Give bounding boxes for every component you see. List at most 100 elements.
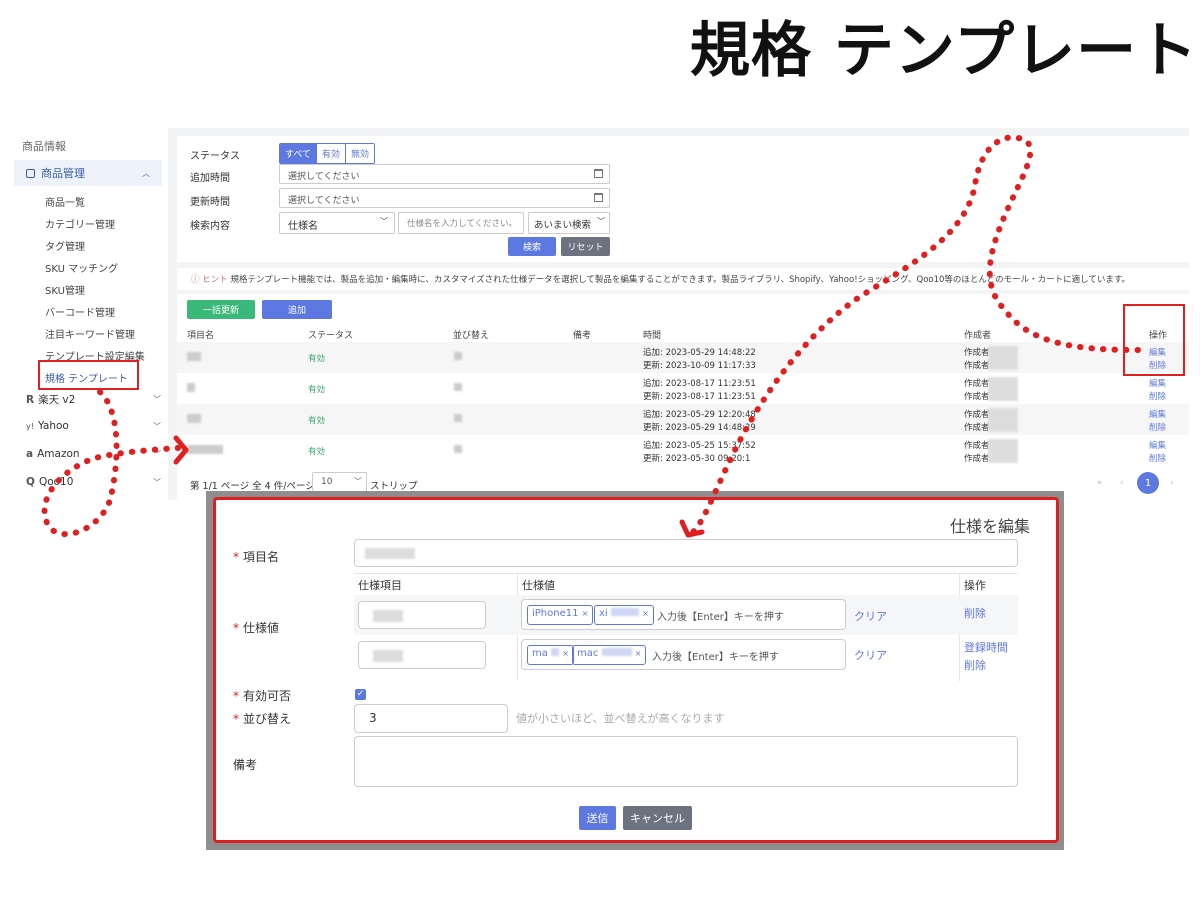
col-spec-value: 仕様値	[522, 579, 555, 592]
updated-time-cell: 更新: 2023-08-17 11:23:51	[643, 392, 756, 402]
updated-time-input[interactable]: 選択してください	[279, 188, 610, 208]
grid-icon	[26, 168, 35, 178]
name-input[interactable]	[354, 539, 1018, 567]
spec-value-tags-input[interactable]: ma × mac × 入力後【Enter】キーを押す	[521, 639, 846, 670]
edit-link[interactable]: 編集	[1149, 377, 1166, 389]
search-button[interactable]: 検索	[508, 237, 556, 256]
page-size-select[interactable]: 10 ﹀	[312, 472, 367, 492]
tag-text: ma	[532, 648, 548, 659]
spec-label: * 仕様値	[233, 621, 280, 635]
hint-bar: ⓘ ヒント 規格テンプレート機能では、製品を追加・編集時に、カスタマイズされた仕…	[177, 268, 1189, 290]
dialog-title: 仕様を編集	[949, 517, 1030, 536]
spec-row: iPhone11 × xi × 入力後【Enter】キーを押す クリア 削除	[354, 595, 1018, 635]
page-1-button[interactable]: 1	[1137, 472, 1159, 494]
added-time-cell: 追加: 2023-08-17 11:23:51	[643, 379, 756, 389]
valid-checkbox[interactable]: ✓	[355, 689, 366, 700]
sidebar-item-sku-matching[interactable]: SKU マッチング	[45, 260, 118, 275]
submit-button[interactable]: 送信	[579, 806, 616, 830]
next-page-icon[interactable]: ›	[1170, 478, 1173, 488]
spec-value-tags-input[interactable]: iPhone11 × xi × 入力後【Enter】キーを押す	[521, 599, 846, 630]
redacted-value	[601, 648, 632, 656]
status-option-all[interactable]: すべて	[280, 144, 317, 163]
spec-item-input[interactable]	[358, 601, 486, 629]
chevron-down-icon: ﹀	[153, 449, 161, 459]
notes-label: 備考	[233, 758, 258, 772]
sidebar-platform-rakuten[interactable]: R 楽天 v2 ﹀	[26, 392, 161, 407]
bulk-update-button[interactable]: 一括更新	[187, 300, 255, 319]
sidebar-item-sku[interactable]: SKU管理	[45, 282, 85, 297]
page-title: 規格 テンプレート	[690, 16, 1199, 86]
search-field-select[interactable]: 仕様名 ﹀	[279, 212, 395, 234]
sidebar-menu-product-management[interactable]: 商品管理 ︿	[14, 160, 162, 186]
header-status: ステータス	[308, 331, 354, 341]
search-input[interactable]: 仕様名を入力してください。	[398, 212, 524, 234]
first-page-icon[interactable]: «	[1097, 478, 1102, 488]
close-icon[interactable]: ×	[582, 609, 589, 618]
status-option-invalid[interactable]: 無効	[345, 144, 375, 163]
hint-icon: ⓘ	[191, 275, 200, 285]
search-placeholder: 仕様名を入力してください。	[407, 219, 517, 229]
divider	[354, 573, 1018, 574]
edit-link[interactable]: 編集	[1149, 439, 1166, 451]
sort-label-text: 並び替え	[243, 712, 292, 726]
delete-link[interactable]: 削除	[1149, 421, 1166, 433]
notes-textarea[interactable]	[354, 736, 1018, 787]
status-label: ステータス	[190, 151, 240, 162]
sidebar-item-barcode[interactable]: バーコード管理	[45, 304, 115, 319]
sidebar-platform-qoo10[interactable]: Q Qoo10 ﹀	[26, 476, 161, 488]
tag-text: mac	[577, 648, 599, 659]
match-mode-select[interactable]: あいまい検索 ﹀	[528, 212, 610, 234]
clear-link[interactable]: クリア	[854, 647, 887, 663]
table-row: 有効 追加: 2023-05-25 15:37:52 更新: 2023-05-3…	[177, 435, 1189, 466]
platform-label: Yahoo	[37, 420, 69, 432]
sidebar-item-category[interactable]: カテゴリー管理	[45, 216, 115, 231]
sidebar-platform-yahoo[interactable]: y! Yahoo ﹀	[26, 420, 161, 432]
added-time-placeholder: 選択してください	[288, 172, 360, 182]
add-button[interactable]: 追加	[262, 300, 332, 319]
highlight-box	[1123, 304, 1185, 376]
tag-text: xi	[599, 608, 608, 619]
delete-link[interactable]: 削除	[964, 605, 986, 621]
status-option-valid[interactable]: 有効	[316, 144, 346, 163]
sidebar-platform-amazon[interactable]: a Amazon ﹀	[26, 448, 161, 460]
sort-input[interactable]: 3	[354, 704, 508, 733]
redacted-value	[373, 610, 403, 622]
header-item-name: 項目名	[187, 331, 215, 341]
col-action: 操作	[964, 579, 986, 592]
redacted-value	[373, 650, 403, 662]
sidebar-item-keywords[interactable]: 注目キーワード管理	[45, 326, 135, 341]
spec-row: ma × mac × 入力後【Enter】キーを押す クリア 登録時間 削除	[354, 636, 1018, 676]
added-time-input[interactable]: 選択してください	[279, 164, 610, 184]
updated-time-cell: 更新: 2023-05-29 14:48:29	[643, 423, 756, 433]
sidebar-item-tags[interactable]: タグ管理	[45, 238, 85, 253]
status-cell: 有効	[308, 447, 326, 457]
header-sort: 並び替え	[453, 331, 490, 341]
tag-input-placeholder: 入力後【Enter】キーを押す	[657, 612, 784, 623]
delete-link[interactable]: 削除	[1149, 452, 1166, 464]
close-icon[interactable]: ×	[642, 609, 649, 618]
spec-value-tag: xi ×	[594, 605, 654, 625]
calendar-icon	[594, 193, 603, 202]
chevron-down-icon: ﹀	[597, 217, 605, 226]
redacted-value	[365, 548, 415, 559]
cancel-button[interactable]: キャンセル	[623, 806, 692, 830]
prev-page-icon[interactable]: ‹	[1120, 478, 1123, 488]
reset-button[interactable]: リセット	[561, 237, 610, 256]
delete-link[interactable]: 削除	[1149, 390, 1166, 402]
chevron-up-icon: ︿	[142, 169, 150, 178]
edit-link[interactable]: 編集	[1149, 408, 1166, 420]
register-time-link[interactable]: 登録時間	[964, 639, 1008, 655]
close-icon[interactable]: ×	[562, 649, 569, 658]
spec-item-input[interactable]	[358, 641, 486, 669]
table-row: 有効 追加: 2023-05-29 14:48:22 更新: 2023-10-0…	[177, 342, 1189, 373]
redacted-name	[187, 352, 201, 361]
clear-link[interactable]: クリア	[854, 608, 887, 624]
calendar-icon	[594, 169, 603, 178]
tag-input-placeholder: 入力後【Enter】キーを押す	[652, 652, 779, 663]
header-time: 時間	[643, 331, 662, 341]
sidebar-item-product-list[interactable]: 商品一覧	[45, 194, 85, 209]
table-row: 有効 追加: 2023-05-29 12:20:48 更新: 2023-05-2…	[177, 404, 1189, 435]
close-icon[interactable]: ×	[635, 649, 642, 658]
delete-link[interactable]: 削除	[964, 657, 986, 673]
hint-tag: ヒント	[202, 275, 228, 285]
